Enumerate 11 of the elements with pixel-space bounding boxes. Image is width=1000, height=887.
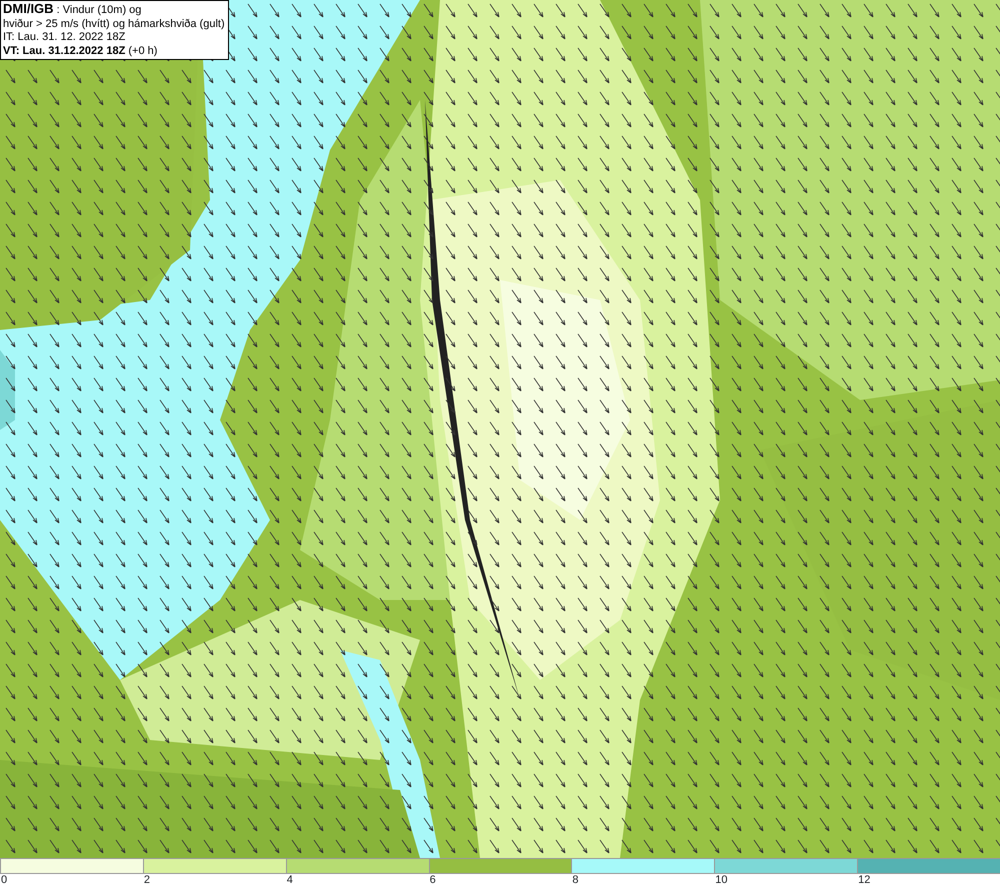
info-line: hviður > 25 m/s (hvítt) og hámarkshviða (gult) (3, 18, 226, 31)
info-line: DMI/IGB : Vindur (10m) og (3, 2, 142, 18)
legend-label: 10 (714, 874, 728, 886)
legend-label: 2 (142, 874, 150, 886)
legend-label: 4 (286, 874, 293, 886)
info-line: VT: Lau. 31.12.2022 18Z (+0 h) (3, 44, 158, 58)
legend-label: 6 (428, 874, 436, 886)
legend-label: 8 (571, 874, 579, 886)
legend-label: 12 (857, 874, 870, 886)
info-line: IT: Lau. 31. 12. 2022 18Z (3, 31, 126, 44)
legend-label: 0 (0, 874, 8, 886)
